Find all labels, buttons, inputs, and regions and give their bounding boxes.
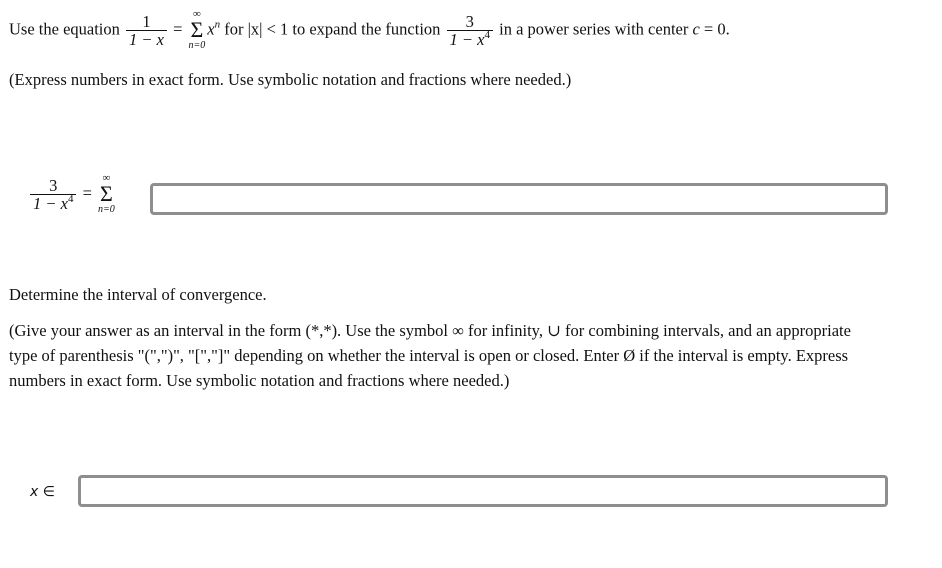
instruction-line: type of parenthesis "(",")", "[","]" dep… [9, 346, 849, 365]
answer-summation: ∞ Σ n=0 [98, 173, 115, 216]
function-numerator: 3 [465, 11, 474, 31]
equation-denominator: 1 − x [126, 29, 167, 48]
lhs-equals-sign: = [82, 183, 92, 203]
question-statement: Use the equation 1 1 − x = ∞ Σ n=0 xn fo… [9, 9, 730, 52]
summation: ∞ Σ n=0 [189, 9, 206, 52]
question-tail: in a power series with center [499, 19, 689, 39]
instruction-line: (Give your answer as an interval in the … [9, 321, 851, 340]
equation-fraction: 1 1 − x [126, 11, 167, 48]
equals-sign: = [173, 19, 183, 39]
lhs-fraction: 3 1 − x4 [30, 175, 77, 212]
equation-numerator: 1 [142, 11, 151, 31]
function-denominator: 1 − x4 [446, 29, 493, 48]
convergence-condition: for |x| < 1 to expand the function [224, 19, 441, 39]
sigma-icon: Σ [190, 17, 204, 42]
series-answer-label: 3 1 − x4 = ∞ Σ n=0 [28, 173, 117, 216]
answer-sigma-icon: Σ [100, 181, 113, 206]
function-fraction: 3 1 − x4 [446, 11, 493, 48]
interval-prompt: Determine the interval of convergence. [9, 285, 267, 304]
sum-lower-limit: n=0 [188, 40, 206, 51]
series-answer-box[interactable] [150, 183, 888, 215]
center-variable: c [692, 19, 700, 39]
lhs-denominator: 1 − x4 [30, 193, 77, 212]
series-term-base: x [207, 19, 215, 39]
series-answer-input[interactable] [153, 186, 885, 212]
interval-answer-box[interactable] [78, 475, 888, 507]
series-term-exponent: n [214, 18, 221, 31]
lhs-numerator: 3 [49, 175, 58, 195]
answer-sum-lower-limit: n=0 [98, 204, 115, 215]
center-value: = 0. [703, 19, 730, 39]
interval-answer-label: x ∈ [30, 484, 55, 500]
interval-instructions: (Give your answer as an interval in the … [9, 318, 929, 393]
question-intro: Use the equation [9, 19, 120, 39]
instruction-line: numbers in exact form. Use symbolic nota… [9, 371, 510, 390]
instruction-exact-form: (Express numbers in exact form. Use symb… [9, 70, 572, 89]
interval-answer-input[interactable] [81, 478, 885, 504]
